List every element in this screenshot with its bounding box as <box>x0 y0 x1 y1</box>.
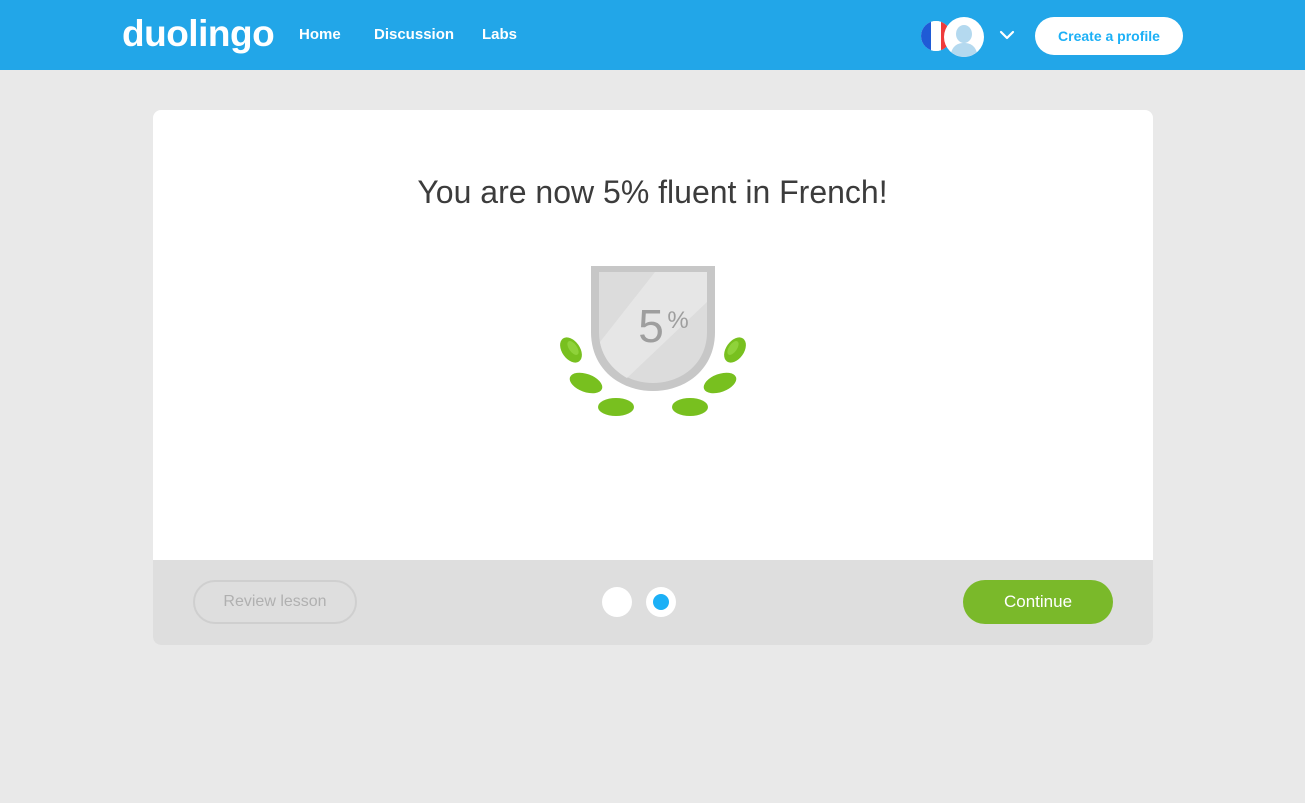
nav-discussion-link[interactable]: Discussion <box>374 24 454 46</box>
badge-percent-number: 5 <box>638 300 664 352</box>
create-profile-button[interactable]: Create a profile <box>1035 17 1183 55</box>
laurel-leaf <box>672 398 708 416</box>
progress-dot-active-indicator <box>653 594 669 610</box>
laurel-leaf <box>703 372 737 394</box>
user-avatar-icon[interactable] <box>944 17 984 57</box>
nav-home-link[interactable]: Home <box>299 24 341 46</box>
laurel-leaf <box>569 372 603 394</box>
fluency-shield-laurel-icon: 5 % <box>555 262 751 422</box>
progress-dot-1 <box>602 587 632 617</box>
continue-button[interactable]: Continue <box>963 580 1113 624</box>
top-navigation-bar: duolingo Home Discussion Labs Create a p… <box>0 0 1305 70</box>
laurel-leaf <box>598 398 634 416</box>
chevron-down-icon[interactable] <box>998 26 1016 44</box>
review-lesson-button[interactable]: Review lesson <box>193 580 357 624</box>
fluency-headline: You are now 5% fluent in French! <box>417 174 888 210</box>
person-silhouette-icon <box>950 25 978 57</box>
duolingo-logo[interactable]: duolingo <box>122 12 275 56</box>
badge-percent-sign: % <box>667 307 688 334</box>
lesson-footer: Review lesson Continue <box>153 560 1153 645</box>
progress-dot-2-active <box>646 587 676 617</box>
nav-labs-link[interactable]: Labs <box>482 24 517 46</box>
